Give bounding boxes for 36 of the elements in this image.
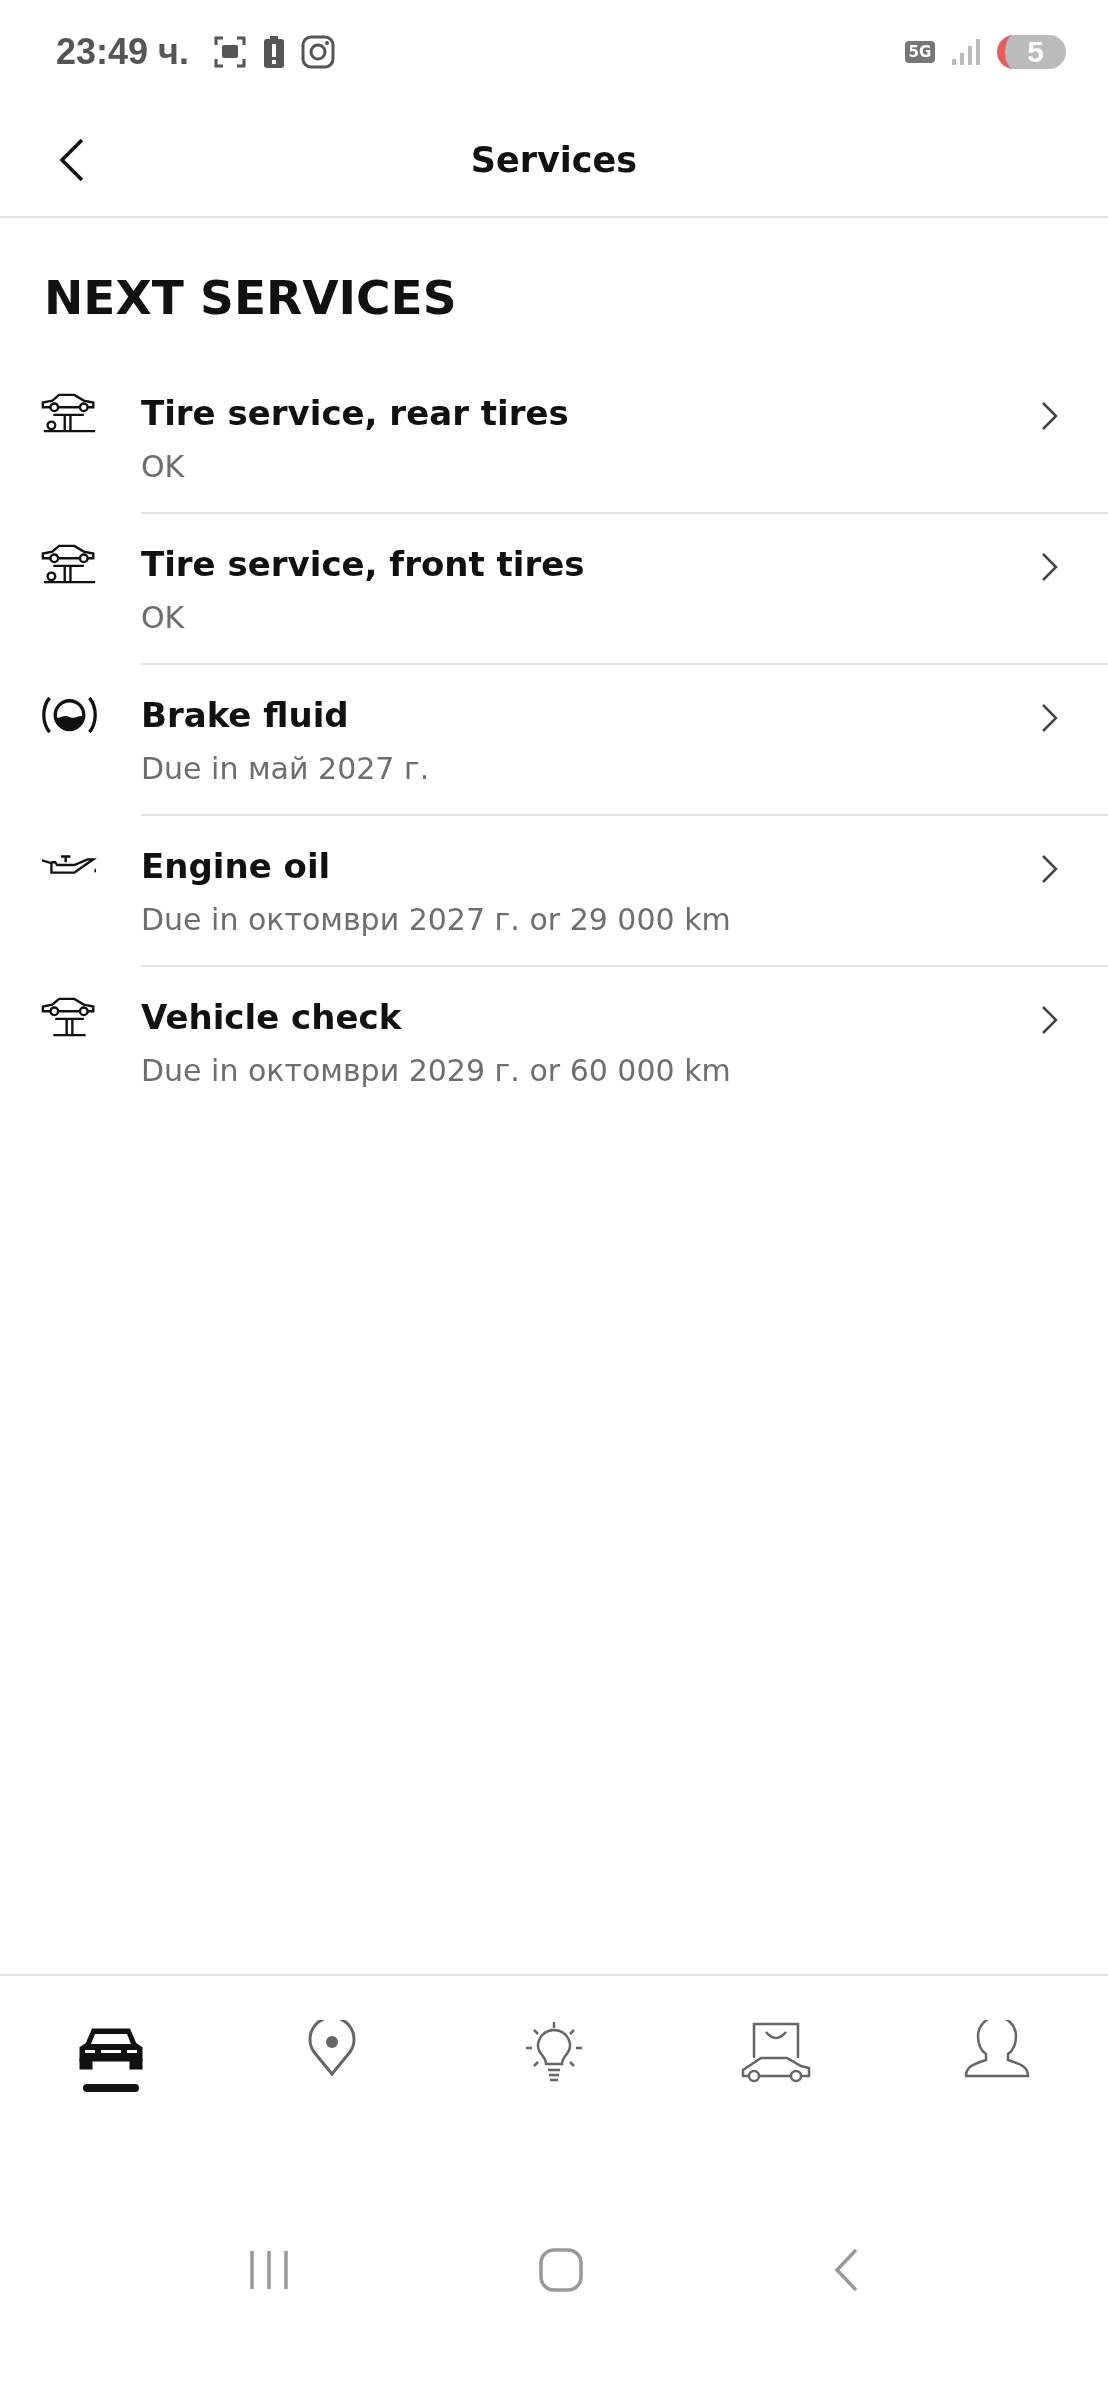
chevron-right-icon (1040, 854, 1058, 884)
home-icon[interactable] (538, 2247, 584, 2293)
service-title: Tire service, rear tires (141, 393, 570, 433)
notification-count: 5 (997, 35, 1066, 69)
lightbulb-icon (524, 2020, 584, 2084)
status-time: 23:49 ч. (56, 31, 189, 73)
service-item[interactable]: Brake fluid Due in май 2027 г. (0, 665, 1108, 816)
service-status: OK (141, 600, 186, 635)
service-title: Tire service, front tires (141, 544, 586, 584)
service-item[interactable]: Vehicle check Due in октомври 2029 г. or 60 000 km (0, 967, 1108, 1116)
section-title: NEXT SERVICES (44, 270, 458, 325)
back-nav-icon[interactable] (832, 2247, 860, 2293)
screenshot-icon (213, 35, 247, 69)
chevron-right-icon (1040, 552, 1058, 582)
recent-apps-icon[interactable] (248, 2249, 290, 2291)
chevron-right-icon (1040, 1005, 1058, 1035)
page-title: Services (470, 140, 638, 180)
service-title: Vehicle check (141, 997, 403, 1037)
service-item[interactable]: Engine oil Due in октомври 2027 г. or 29 000 km (0, 816, 1108, 967)
chevron-right-icon (1040, 401, 1058, 431)
battery-alert-icon (263, 35, 285, 69)
person-icon (964, 2020, 1031, 2078)
camera-app-icon (301, 35, 335, 69)
service-title: Engine oil (141, 846, 332, 886)
service-item[interactable]: Tire service, front tires OK (0, 514, 1108, 665)
shopping-bag-car-icon (739, 2020, 812, 2084)
signal-icon (951, 37, 982, 67)
service-status: OK (141, 449, 186, 484)
service-title: Brake fluid (141, 695, 350, 735)
service-status: Due in октомври 2027 г. or 29 000 km (141, 902, 732, 937)
service-status: Due in май 2027 г. (141, 751, 431, 786)
network-badge: 5G (904, 41, 936, 63)
chevron-right-icon (1040, 703, 1058, 733)
service-status: Due in октомври 2029 г. or 60 000 km (141, 1053, 732, 1088)
location-pin-icon (308, 2020, 357, 2076)
service-item[interactable]: Tire service, rear tires OK (0, 363, 1108, 514)
